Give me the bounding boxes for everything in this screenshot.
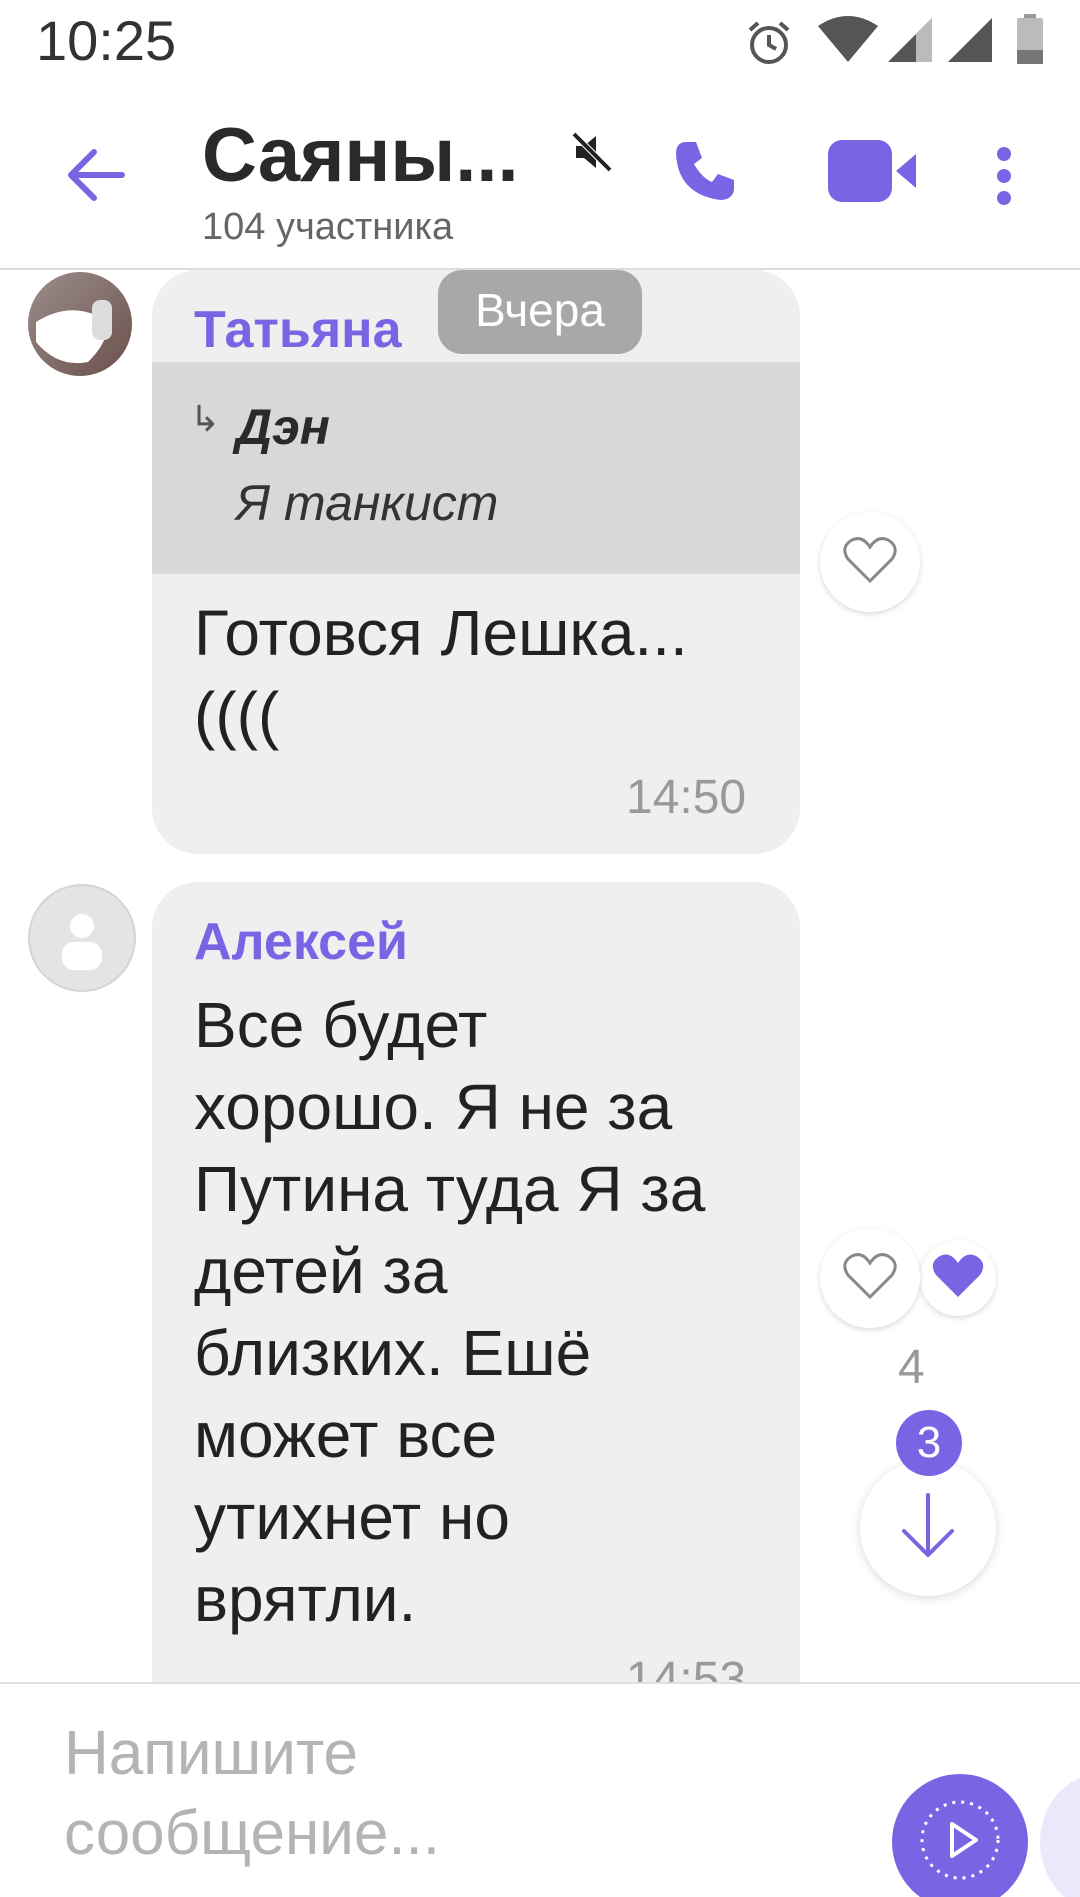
send-button[interactable] <box>892 1774 1028 1897</box>
date-separator: Вчера <box>438 270 642 354</box>
scroll-down-button[interactable] <box>860 1460 996 1596</box>
chat-title[interactable]: Саяны... <box>202 112 519 199</box>
chat-header: Саяны... 104 участника <box>0 80 1080 270</box>
heart-icon <box>842 535 898 590</box>
status-time: 10:25 <box>36 9 177 72</box>
arrow-down-icon <box>898 1491 958 1566</box>
like-count[interactable]: 4 <box>898 1340 925 1395</box>
attachment-button[interactable] <box>1040 1774 1080 1897</box>
video-icon[interactable] <box>826 138 918 209</box>
like-button[interactable] <box>820 512 920 612</box>
unread-badge: 3 <box>896 1410 962 1476</box>
quoted-message[interactable]: ↳ Дэн Я танкист <box>152 362 800 574</box>
signal-icon <box>946 16 994 69</box>
composer: Напишите сообщение... <box>0 1682 1080 1897</box>
message-time: 14:50 <box>626 771 747 824</box>
status-bar: 10:25 <box>0 0 1080 80</box>
battery-icon <box>1016 14 1044 69</box>
more-vert-icon[interactable] <box>996 146 1012 211</box>
avatar[interactable] <box>28 272 132 376</box>
heart-icon <box>842 1251 898 1306</box>
alarm-icon <box>744 18 794 73</box>
wifi-icon <box>816 16 880 69</box>
quote-text: Я танкист <box>236 475 499 531</box>
sender-name[interactable]: Алексей <box>194 912 408 972</box>
signal-icon <box>886 16 934 69</box>
message-text: Готовся Лешка... (((( <box>194 597 688 751</box>
back-arrow-icon[interactable] <box>62 140 132 210</box>
liked-indicator[interactable] <box>920 1240 996 1316</box>
mute-icon <box>570 130 614 179</box>
avatar[interactable] <box>28 884 136 992</box>
participants-count[interactable]: 104 участника <box>202 206 453 249</box>
heart-icon <box>930 1251 986 1306</box>
phone-icon[interactable] <box>672 138 738 209</box>
quote-author: Дэн <box>236 399 330 455</box>
message-text: Все будет хорошо. Я не за Путина туда Я … <box>194 989 706 1635</box>
send-icon <box>918 1798 1002 1887</box>
sender-name[interactable]: Татьяна <box>194 300 402 360</box>
message-input[interactable]: Напишите сообщение... <box>64 1714 624 1874</box>
like-button[interactable] <box>820 1228 920 1328</box>
reply-arrow-icon: ↳ <box>190 398 221 439</box>
